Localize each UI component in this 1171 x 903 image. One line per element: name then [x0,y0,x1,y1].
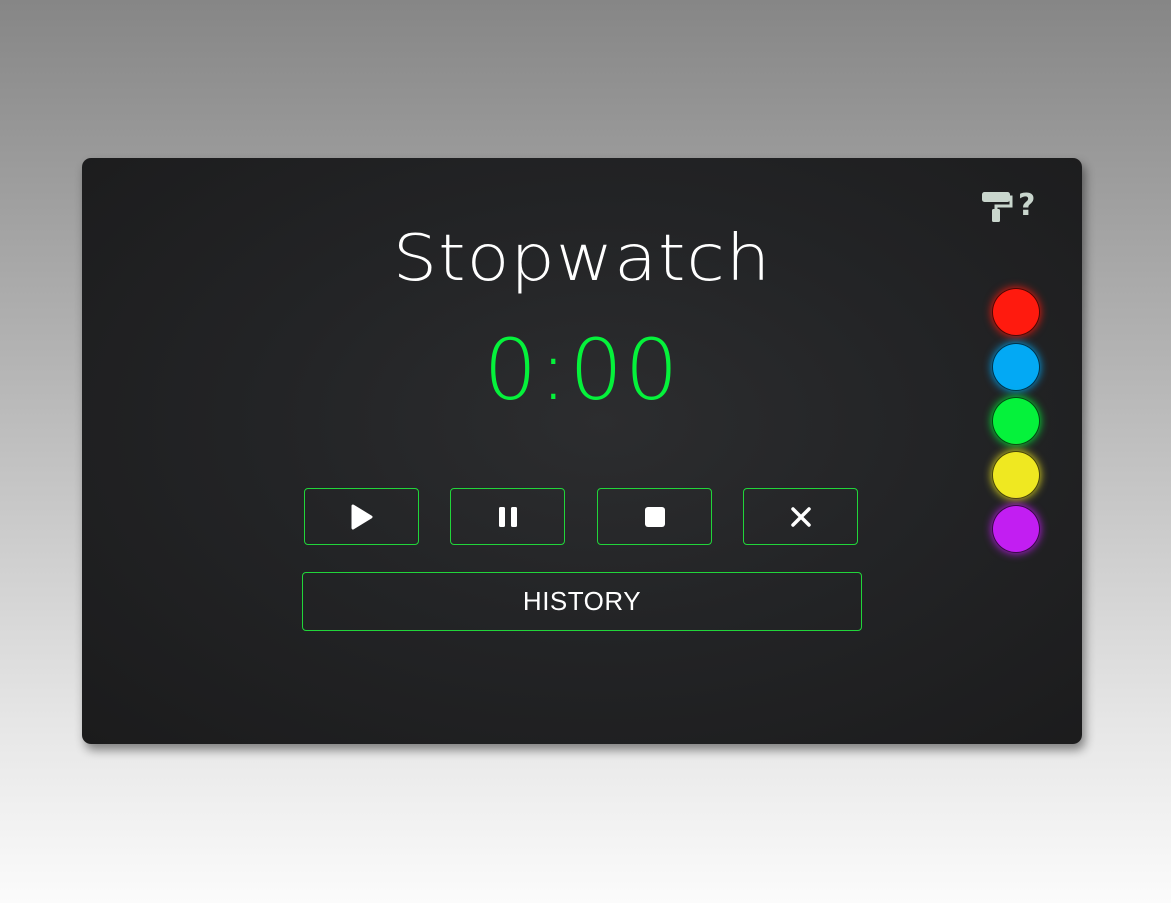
pause-button[interactable] [450,488,565,545]
time-display: 0:00 [483,321,681,419]
theme-swatch-purple[interactable] [992,505,1040,553]
toolbar: ? [980,188,1044,224]
theme-swatch-blue[interactable] [992,343,1040,391]
theme-swatch-green[interactable] [992,397,1040,445]
play-icon [351,504,372,529]
theme-swatch-yellow[interactable] [992,451,1040,499]
theme-swatch-red[interactable] [992,288,1040,336]
reset-button[interactable] [743,488,858,545]
pause-icon [498,506,517,527]
stop-icon [644,506,665,527]
stopwatch-card: ? Stopwatch 0:00 HISTORY [82,158,1082,744]
help-icon[interactable]: ? [1018,188,1035,224]
play-button[interactable] [304,488,419,545]
close-icon [790,506,811,527]
paint-roller-icon[interactable] [980,190,1014,224]
page-title: Stopwatch [392,220,772,296]
stop-button[interactable] [597,488,712,545]
history-button[interactable]: HISTORY [302,572,862,631]
